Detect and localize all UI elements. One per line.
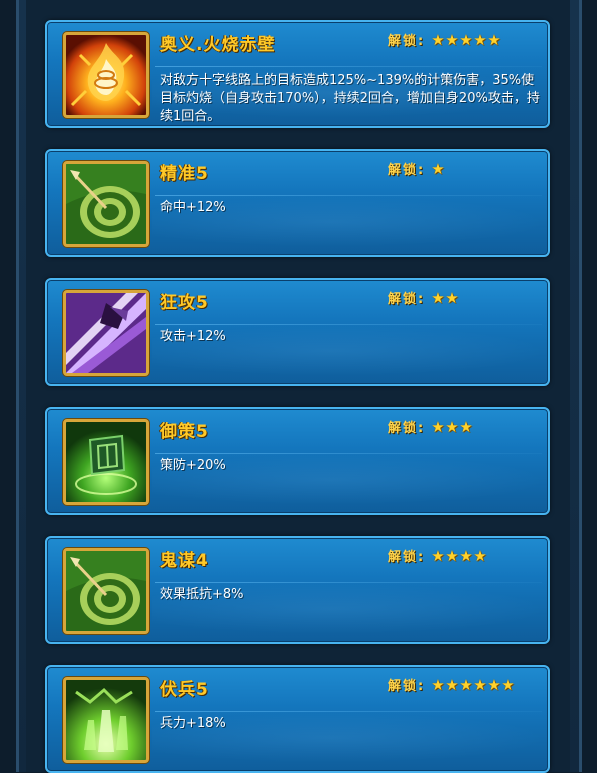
card-divider	[155, 324, 542, 325]
skill-description: 命中+12%	[160, 200, 226, 215]
unlock-label: 解锁:	[388, 34, 426, 49]
skill-description: 效果抵抗+8%	[160, 587, 244, 602]
skill-title: 奥义.火烧赤壁	[160, 35, 276, 55]
skill-card-defense[interactable]: 御策5 解锁: ★ ★ ★ 策防+20%	[45, 407, 550, 515]
skill-card-accuracy[interactable]: 精准5 解锁: ★ 命中+12%	[45, 149, 550, 257]
star-icon: ★	[473, 675, 487, 694]
star-rating: ★	[431, 159, 445, 178]
star-icon: ★	[459, 417, 473, 436]
target-arrow-icon	[63, 161, 149, 247]
star-icon: ★	[459, 546, 473, 565]
unlock-requirement: 解锁: ★ ★ ★ ★ ★	[388, 30, 501, 49]
unlock-label: 解锁:	[388, 550, 426, 565]
skill-description: 策防+20%	[160, 458, 226, 473]
fire-scroll-icon	[63, 32, 149, 118]
star-icon: ★	[431, 546, 445, 565]
star-rating: ★ ★ ★	[431, 417, 473, 436]
unlock-label: 解锁:	[388, 421, 426, 436]
star-icon: ★	[487, 30, 501, 49]
skill-title: 鬼谋4	[160, 551, 209, 571]
star-icon: ★	[431, 30, 445, 49]
card-divider	[155, 66, 542, 67]
star-icon: ★	[473, 30, 487, 49]
skill-card-attack[interactable]: 狂攻5 解锁: ★ ★ 攻击+12%	[45, 278, 550, 386]
green-shield-icon	[63, 419, 149, 505]
star-icon: ★	[487, 675, 501, 694]
skill-title: 精准5	[160, 164, 209, 184]
star-icon: ★	[445, 30, 459, 49]
skill-title: 御策5	[160, 422, 209, 442]
star-rating: ★ ★ ★ ★	[431, 546, 487, 565]
star-icon: ★	[445, 675, 459, 694]
skill-description: 攻击+12%	[160, 329, 226, 344]
star-icon: ★	[445, 546, 459, 565]
unlock-label: 解锁:	[388, 679, 426, 694]
unlock-requirement: 解锁: ★ ★	[388, 288, 459, 307]
star-icon: ★	[431, 675, 445, 694]
skill-title: 伏兵5	[160, 680, 209, 700]
star-icon: ★	[501, 675, 515, 694]
skill-description: 兵力+18%	[160, 716, 226, 731]
star-icon: ★	[459, 30, 473, 49]
unlock-label: 解锁:	[388, 163, 426, 178]
purple-slash-icon	[63, 290, 149, 376]
star-icon: ★	[445, 417, 459, 436]
card-divider	[155, 195, 542, 196]
star-rating: ★ ★ ★ ★ ★ ★	[431, 675, 515, 694]
star-rating: ★ ★	[431, 288, 459, 307]
unlock-requirement: 解锁: ★ ★ ★	[388, 417, 473, 436]
unlock-label: 解锁:	[388, 292, 426, 307]
star-icon: ★	[459, 675, 473, 694]
unlock-requirement: 解锁: ★	[388, 159, 445, 178]
skill-card-resist[interactable]: 鬼谋4 解锁: ★ ★ ★ ★ 效果抵抗+8%	[45, 536, 550, 644]
star-icon: ★	[431, 288, 445, 307]
skill-title: 狂攻5	[160, 293, 209, 313]
star-icon: ★	[445, 288, 459, 307]
green-troops-icon	[63, 677, 149, 763]
unlock-requirement: 解锁: ★ ★ ★ ★ ★ ★	[388, 675, 515, 694]
skill-card-fire[interactable]: 奥义.火烧赤壁 解锁: ★ ★ ★ ★ ★ 对敌方十字线路上的目标造成125%~139%…	[45, 20, 550, 128]
star-icon: ★	[431, 417, 445, 436]
card-divider	[155, 453, 542, 454]
skill-description: 对敌方十字线路上的目标造成125%~139%的计策伤害，35%使目标灼烧（自身攻…	[160, 73, 540, 124]
unlock-requirement: 解锁: ★ ★ ★ ★	[388, 546, 487, 565]
card-divider	[155, 582, 542, 583]
star-icon: ★	[473, 546, 487, 565]
card-divider	[155, 711, 542, 712]
star-rating: ★ ★ ★ ★ ★	[431, 30, 501, 49]
star-icon: ★	[431, 159, 445, 178]
skill-card-troops[interactable]: 伏兵5 解锁: ★ ★ ★ ★ ★ ★ 兵力+18%	[45, 665, 550, 773]
target-arrow-icon	[63, 548, 149, 634]
